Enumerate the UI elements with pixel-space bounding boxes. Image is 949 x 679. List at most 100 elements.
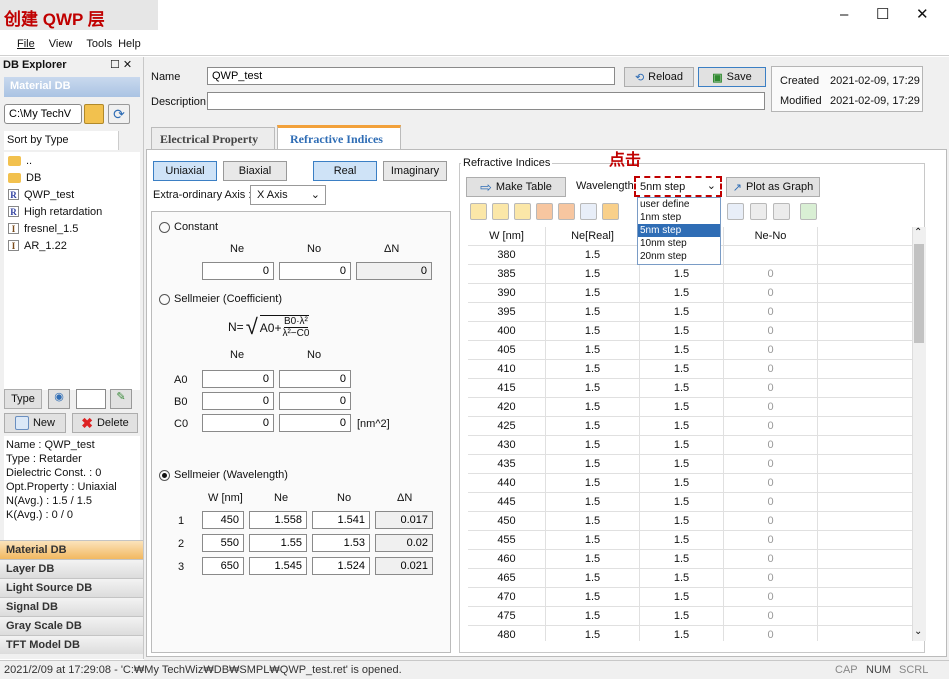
scroll-up-icon[interactable]: ⌃ bbox=[914, 227, 922, 238]
table-cell[interactable]: 1.5 bbox=[546, 550, 640, 569]
table-row[interactable]: 405 1.5 1.5 0 bbox=[468, 341, 912, 360]
table-cell[interactable]: 0 bbox=[724, 512, 818, 531]
table-row[interactable]: 400 1.5 1.5 0 bbox=[468, 322, 912, 341]
table-cell[interactable]: 395 bbox=[468, 303, 546, 322]
table-cell[interactable]: 1.5 bbox=[546, 303, 640, 322]
table-row[interactable]: 385 1.5 1.5 0 bbox=[468, 265, 912, 284]
constant-no-field[interactable] bbox=[279, 262, 351, 280]
table-cell[interactable]: 1.5 bbox=[640, 607, 724, 626]
table-cell[interactable]: 1.5 bbox=[640, 588, 724, 607]
toolbar-icon-4[interactable] bbox=[536, 203, 553, 220]
toolbar-icon-10[interactable] bbox=[773, 203, 790, 220]
plot-as-graph-button[interactable]: ↗ Plot as Graph bbox=[726, 177, 820, 197]
table-cell[interactable]: 420 bbox=[468, 398, 546, 417]
dropdown-option[interactable]: 20nm step bbox=[638, 250, 720, 263]
table-cell[interactable]: 0 bbox=[724, 322, 818, 341]
type-button[interactable]: Type bbox=[4, 389, 42, 409]
table-cell[interactable]: 1.5 bbox=[640, 493, 724, 512]
table-cell[interactable]: 410 bbox=[468, 360, 546, 379]
table-cell[interactable]: 0 bbox=[724, 417, 818, 436]
wrench-icon[interactable]: ✎ bbox=[110, 389, 132, 409]
table-cell[interactable]: 455 bbox=[468, 531, 546, 550]
make-table-button[interactable]: ⇨ Make Table bbox=[466, 177, 566, 197]
wl-w-field[interactable] bbox=[202, 511, 244, 529]
table-cell[interactable]: 0 bbox=[724, 550, 818, 569]
table-cell[interactable]: 430 bbox=[468, 436, 546, 455]
table-cell[interactable]: 0 bbox=[724, 455, 818, 474]
table-cell[interactable]: 1.5 bbox=[546, 455, 640, 474]
table-cell[interactable]: 0 bbox=[724, 360, 818, 379]
table-cell[interactable]: 1.5 bbox=[640, 284, 724, 303]
menu-view[interactable]: View bbox=[49, 38, 73, 50]
table-cell[interactable]: 1.5 bbox=[546, 341, 640, 360]
table-cell[interactable]: 1.5 bbox=[546, 569, 640, 588]
table-cell[interactable]: 435 bbox=[468, 455, 546, 474]
table-cell[interactable]: 1.5 bbox=[546, 493, 640, 512]
table-cell[interactable]: 470 bbox=[468, 588, 546, 607]
refresh-icon[interactable]: ⟳ bbox=[108, 104, 130, 124]
table-cell[interactable]: 1.5 bbox=[546, 322, 640, 341]
table-cell[interactable]: 0 bbox=[724, 588, 818, 607]
table-cell[interactable]: 0 bbox=[724, 493, 818, 512]
tree-item[interactable]: DB bbox=[4, 169, 140, 186]
table-cell[interactable] bbox=[724, 246, 818, 265]
db-tab-material[interactable]: Material DB bbox=[0, 540, 143, 559]
table-cell[interactable]: 1.5 bbox=[640, 455, 724, 474]
table-row[interactable]: 440 1.5 1.5 0 bbox=[468, 474, 912, 493]
table-cell[interactable]: 425 bbox=[468, 417, 546, 436]
toolbar-icon-11[interactable] bbox=[800, 203, 817, 220]
table-cell[interactable]: 445 bbox=[468, 493, 546, 512]
table-row[interactable]: 410 1.5 1.5 0 bbox=[468, 360, 912, 379]
table-cell[interactable]: 380 bbox=[468, 246, 546, 265]
real-toggle[interactable]: Real bbox=[313, 161, 377, 181]
tree-item[interactable]: R High retardation bbox=[4, 203, 140, 220]
table-cell[interactable]: 1.5 bbox=[640, 303, 724, 322]
table-cell[interactable]: 0 bbox=[724, 303, 818, 322]
tab-refractive-indices[interactable]: Refractive Indices bbox=[277, 125, 401, 150]
explorer-close-icon[interactable]: ☐ ✕ bbox=[110, 58, 132, 71]
table-cell[interactable]: 460 bbox=[468, 550, 546, 569]
c0-no-field[interactable] bbox=[279, 414, 351, 432]
table-cell[interactable]: 0 bbox=[724, 607, 818, 626]
constant-ne-field[interactable] bbox=[202, 262, 274, 280]
table-cell[interactable]: 1.5 bbox=[546, 607, 640, 626]
sellmeier-wl-radio[interactable]: Sellmeier (Wavelength) bbox=[159, 469, 288, 481]
maximize-button[interactable]: ☐ bbox=[876, 5, 889, 23]
close-button[interactable]: ✕ bbox=[916, 5, 929, 23]
table-cell[interactable]: 1.5 bbox=[640, 265, 724, 284]
table-cell[interactable]: 385 bbox=[468, 265, 546, 284]
menu-file[interactable]: File bbox=[17, 38, 35, 50]
table-row[interactable]: 415 1.5 1.5 0 bbox=[468, 379, 912, 398]
table-row[interactable]: 455 1.5 1.5 0 bbox=[468, 531, 912, 550]
dropdown-option[interactable]: 10nm step bbox=[638, 237, 720, 250]
wl-ne-field[interactable] bbox=[249, 534, 307, 552]
table-cell[interactable]: 1.5 bbox=[546, 417, 640, 436]
menu-help[interactable]: Help bbox=[118, 38, 141, 50]
table-cell[interactable]: 1.5 bbox=[640, 550, 724, 569]
a0-no-field[interactable] bbox=[279, 370, 351, 388]
toolbar-icon-6[interactable] bbox=[580, 203, 597, 220]
uniaxial-toggle[interactable]: Uniaxial bbox=[153, 161, 217, 181]
table-cell[interactable]: 1.5 bbox=[546, 531, 640, 550]
table-cell[interactable]: 480 bbox=[468, 626, 546, 641]
table-cell[interactable]: 0 bbox=[724, 284, 818, 303]
table-row[interactable]: 435 1.5 1.5 0 bbox=[468, 455, 912, 474]
table-cell[interactable]: 1.5 bbox=[546, 626, 640, 641]
table-cell[interactable]: 1.5 bbox=[640, 341, 724, 360]
dropdown-option[interactable]: 1nm step bbox=[638, 211, 720, 224]
reload-button[interactable]: ⟲ Reload bbox=[624, 67, 694, 87]
delete-button[interactable]: ✖ Delete bbox=[72, 413, 138, 433]
dropdown-option[interactable]: user define bbox=[638, 198, 720, 211]
table-cell[interactable]: 1.5 bbox=[546, 284, 640, 303]
sort-dropdown[interactable]: Sort by Type bbox=[4, 131, 119, 150]
wl-w-field[interactable] bbox=[202, 557, 244, 575]
type-field[interactable] bbox=[76, 389, 106, 409]
scroll-down-icon[interactable]: ⌄ bbox=[914, 626, 922, 637]
table-row[interactable]: 460 1.5 1.5 0 bbox=[468, 550, 912, 569]
table-row[interactable]: 465 1.5 1.5 0 bbox=[468, 569, 912, 588]
toolbar-icon-8[interactable] bbox=[727, 203, 744, 220]
wavelength-select[interactable]: 5nm step ⌄ bbox=[634, 176, 722, 197]
wl-no-field[interactable] bbox=[312, 511, 370, 529]
tree-item[interactable]: .. bbox=[4, 152, 140, 169]
sellmeier-coef-radio[interactable]: Sellmeier (Coefficient) bbox=[159, 293, 282, 305]
